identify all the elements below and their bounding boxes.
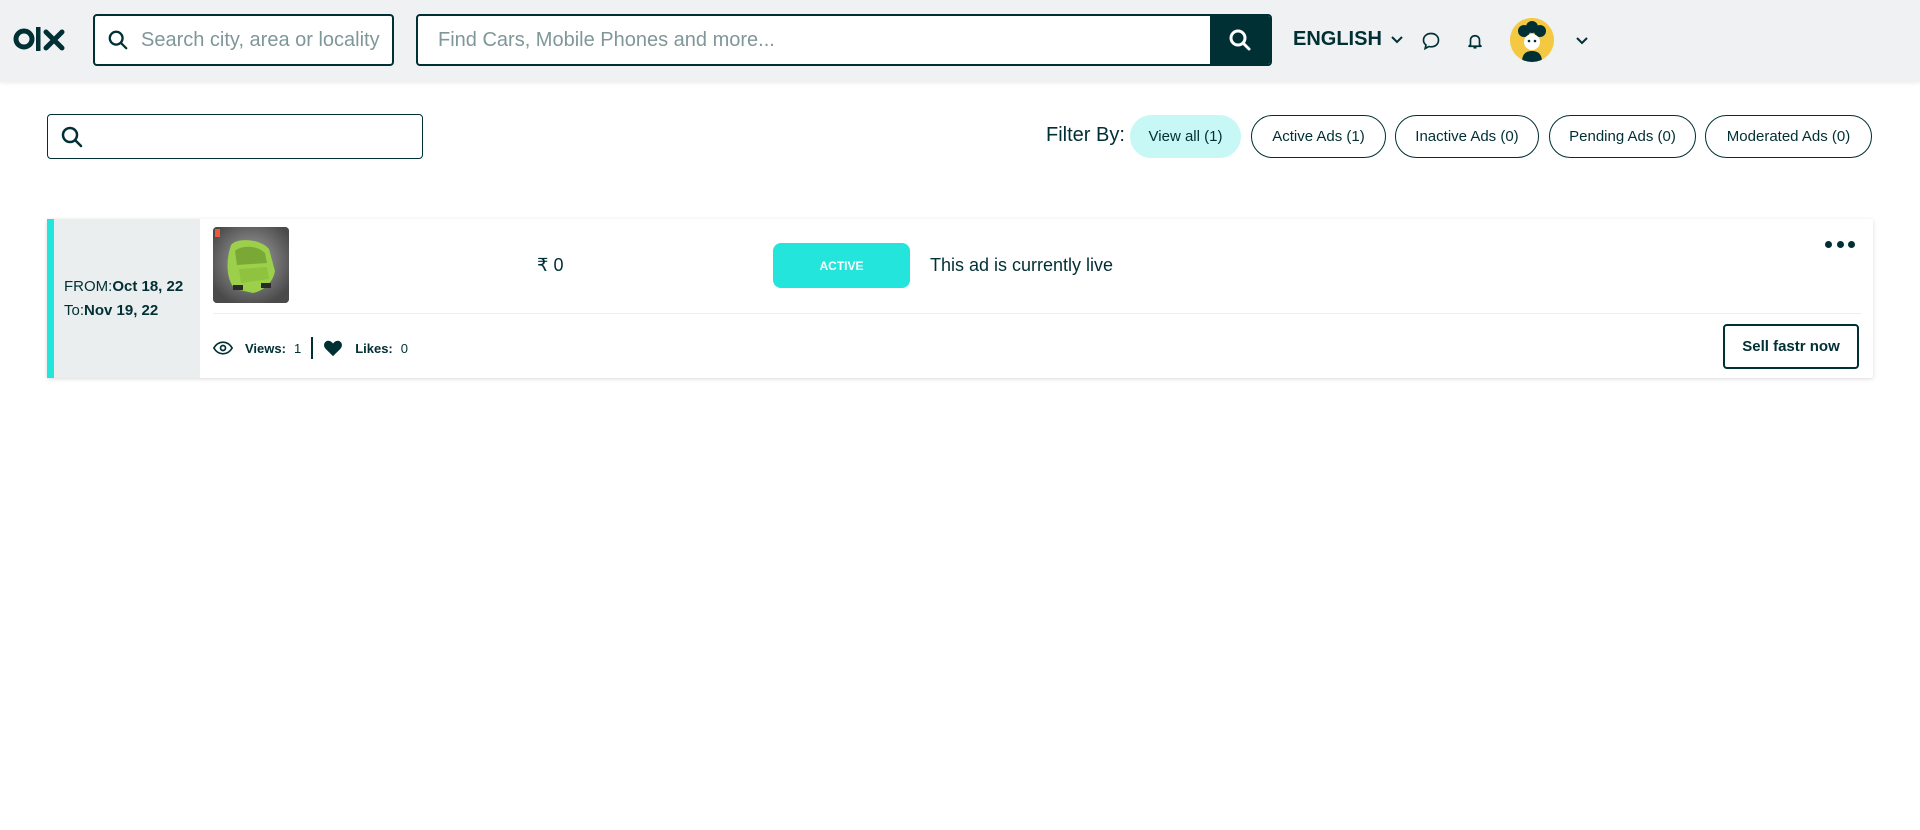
- views-count: 1: [293, 340, 302, 356]
- chevron-down-icon[interactable]: [1569, 28, 1595, 54]
- heart-icon: [323, 339, 343, 357]
- eye-icon: [213, 341, 233, 355]
- filter-view-all[interactable]: View all (1): [1130, 115, 1241, 158]
- ads-search-input[interactable]: [92, 116, 422, 157]
- top-header: ENGLISH: [0, 0, 1920, 82]
- dot-icon: [1848, 240, 1855, 248]
- ads-search[interactable]: [47, 114, 423, 159]
- filter-pending-ads[interactable]: Pending Ads (0): [1549, 115, 1696, 158]
- ad-date-range: FROM:Oct 18, 22 To:Nov 19, 22: [47, 219, 200, 378]
- filter-active-ads[interactable]: Active Ads (1): [1251, 115, 1386, 158]
- search-icon: [1228, 28, 1252, 52]
- views-label: Views:: [245, 340, 286, 356]
- more-options-button[interactable]: [1825, 237, 1855, 251]
- olx-logo[interactable]: [13, 24, 69, 54]
- dot-icon: [1836, 240, 1844, 248]
- search-icon: [107, 29, 129, 51]
- location-search[interactable]: [93, 14, 394, 66]
- likes-count: 0: [400, 340, 408, 356]
- ad-price: ₹ 0: [537, 255, 564, 275]
- main-search[interactable]: [416, 14, 1272, 66]
- stats-separator: [311, 337, 314, 359]
- filter-moderated-ads[interactable]: Moderated Ads (0): [1705, 115, 1872, 158]
- likes-label: Likes:: [355, 340, 393, 356]
- search-button[interactable]: [1210, 16, 1270, 64]
- language-label: ENGLISH: [1293, 28, 1382, 50]
- dot-icon: [1825, 240, 1832, 248]
- search-icon: [60, 125, 84, 149]
- language-selector[interactable]: ENGLISH: [1293, 28, 1404, 51]
- filter-label: Filter By:: [1046, 124, 1125, 146]
- filter-inactive-ads[interactable]: Inactive Ads (0): [1395, 115, 1539, 158]
- avatar[interactable]: [1510, 18, 1554, 62]
- bell-icon[interactable]: [1462, 28, 1488, 54]
- ad-to-date: To:Nov 19, 22: [64, 302, 159, 319]
- ad-thumbnail[interactable]: [213, 227, 289, 303]
- card-divider: [213, 313, 1861, 314]
- ad-from-date: FROM:Oct 18, 22: [64, 278, 184, 295]
- location-input[interactable]: [141, 28, 381, 52]
- ad-stats: Views: 1 Likes: 0: [213, 337, 408, 359]
- search-input[interactable]: [418, 28, 1210, 52]
- status-badge: ACTIVE: [773, 243, 910, 288]
- chat-icon[interactable]: [1418, 28, 1444, 54]
- chevron-down-icon: [1390, 35, 1404, 45]
- ad-status-text: This ad is currently live: [930, 255, 1114, 275]
- ad-card[interactable]: FROM:Oct 18, 22 To:Nov 19, 22 ₹ 0 ACTIVE…: [47, 219, 1873, 378]
- sell-faster-button[interactable]: Sell fastr now: [1723, 324, 1859, 369]
